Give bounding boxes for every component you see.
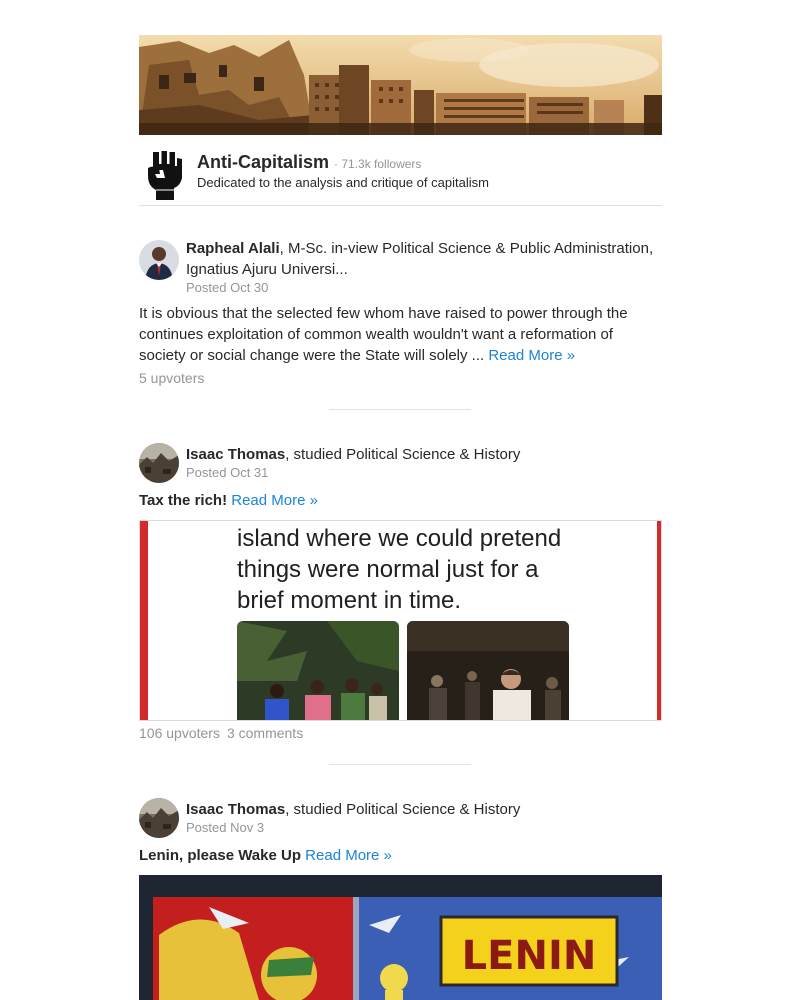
post-date[interactable]: Posted Oct 31 xyxy=(186,465,268,480)
author-avatar[interactable] xyxy=(139,240,179,280)
space-description: Dedicated to the analysis and critique o… xyxy=(197,175,489,190)
party-photo-left xyxy=(237,621,399,720)
post-title-line: Tax the rich! Read More » xyxy=(139,490,662,511)
post-date[interactable]: Posted Nov 3 xyxy=(186,820,264,835)
space-title[interactable]: Anti-Capitalism · 71.3k followers xyxy=(197,152,421,173)
comments-count[interactable]: 3 comments xyxy=(227,725,303,741)
author-line: Rapheal Alali, M-Sc. in-view Political S… xyxy=(186,238,662,280)
image-caption-text: island where we could pretend things wer… xyxy=(237,523,561,616)
author-name[interactable]: Isaac Thomas xyxy=(186,801,285,818)
post-title[interactable]: Lenin, please Wake Up xyxy=(139,847,301,864)
author-line: Isaac Thomas, studied Political Science … xyxy=(186,799,662,820)
image-border-left xyxy=(140,521,148,720)
space-page: Anti-Capitalism · 71.3k followers Dedica… xyxy=(0,0,800,1000)
post-divider xyxy=(329,764,471,765)
space-name[interactable]: Anti-Capitalism xyxy=(197,152,329,172)
author-avatar[interactable] xyxy=(139,443,179,483)
post-date[interactable]: Posted Oct 30 xyxy=(186,280,268,295)
post-card: Isaac Thomas, studied Political Science … xyxy=(139,798,662,878)
post-stats-row: 106 upvoters 3 comments xyxy=(139,725,662,745)
author-credential: , studied Political Science & History xyxy=(285,801,521,818)
ruined-city-illustration xyxy=(139,35,662,135)
author-name[interactable]: Isaac Thomas xyxy=(186,446,285,463)
post-stats: 5 upvoters xyxy=(139,370,204,386)
post-card: Rapheal Alali, M-Sc. in-view Political S… xyxy=(139,238,662,388)
lenin-cartoon-illustration: LENIN xyxy=(139,875,662,1000)
post-stats: 106 upvoters 3 comments xyxy=(139,725,303,741)
party-photo-right xyxy=(407,621,569,720)
upvoters-count[interactable]: 5 upvoters xyxy=(139,370,204,386)
upvoters-count[interactable]: 106 upvoters xyxy=(139,725,220,741)
read-more-link[interactable]: Read More » xyxy=(305,847,392,864)
post-excerpt: It is obvious that the selected few whom… xyxy=(139,303,662,366)
author-avatar[interactable] xyxy=(139,798,179,838)
space-cover-image xyxy=(139,35,662,135)
post-card: Isaac Thomas, studied Political Science … xyxy=(139,443,662,523)
post-image[interactable]: island where we could pretend things wer… xyxy=(139,520,662,721)
read-more-link[interactable]: Read More » xyxy=(231,492,318,509)
author-line: Isaac Thomas, studied Political Science … xyxy=(186,444,662,465)
image-caption-line: things were normal just for a xyxy=(237,556,539,583)
image-caption-line: brief moment in time. xyxy=(237,587,462,614)
image-border-right xyxy=(657,521,661,720)
post-title-line: Lenin, please Wake Up Read More » xyxy=(139,845,662,866)
post-divider xyxy=(329,409,471,410)
post-title[interactable]: Tax the rich! xyxy=(139,492,227,509)
space-followers-count: · 71.3k followers xyxy=(334,157,422,171)
lenin-sign-text: LENIN xyxy=(462,933,597,979)
raised-fist-icon xyxy=(145,150,183,202)
post-image[interactable]: LENIN xyxy=(139,875,662,1000)
author-name[interactable]: Rapheal Alali xyxy=(186,240,280,257)
space-header: Anti-Capitalism · 71.3k followers Dedica… xyxy=(139,146,662,206)
read-more-link[interactable]: Read More » xyxy=(488,347,575,364)
image-caption-line: island where we could pretend xyxy=(237,525,562,552)
author-credential: , studied Political Science & History xyxy=(285,446,521,463)
